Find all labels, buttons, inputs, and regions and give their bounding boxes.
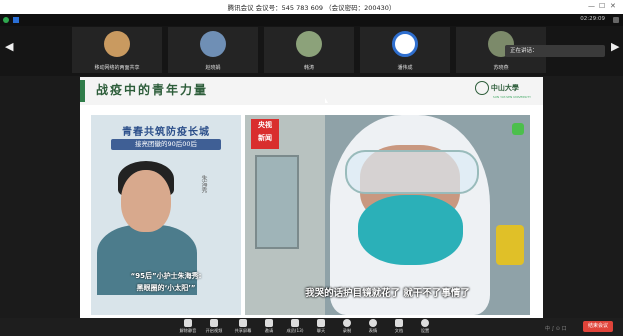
- settings-button[interactable]: 设置: [412, 319, 438, 335]
- record-button[interactable]: 录制: [334, 319, 360, 335]
- status-row: 02:29:09: [0, 14, 623, 26]
- poster-image: 青春共筑防疫长城 接亮团徽的90后00后 朱海秀 “95后”小护士朱海秀: 黑眼…: [91, 115, 241, 315]
- share-screen-icon: [239, 319, 247, 327]
- start-video-button[interactable]: 开启视频: [201, 319, 227, 335]
- slide-title: 战疫中的青年力量: [96, 83, 209, 97]
- signal-icon[interactable]: [13, 17, 19, 23]
- logo-subtext: SUN YAT-SEN UNIVERSITY: [492, 95, 531, 99]
- yellow-bin: [496, 225, 524, 265]
- meeting-timer: 02:29:09: [580, 16, 605, 22]
- poster-subheadline: 接亮团徽的90后00后: [111, 139, 221, 150]
- badge-line2: 新闻: [258, 134, 272, 142]
- participant-tile[interactable]: 赵晓娟: [168, 27, 258, 73]
- share-screen-button[interactable]: 共享屏幕: [230, 319, 256, 335]
- people-icon: [291, 319, 299, 327]
- documents-button[interactable]: 文档: [386, 319, 412, 335]
- participant-name: 赵晓娟: [205, 65, 221, 71]
- chat-icon: [317, 319, 325, 327]
- grid-view-icon[interactable]: [613, 17, 619, 23]
- avatar: [392, 31, 418, 57]
- document-icon: [395, 319, 403, 327]
- unmute-button[interactable]: 解除静音: [175, 319, 201, 335]
- participant-name: 移动网络的两面共享: [94, 65, 140, 71]
- poster-headline: 青春共筑防疫长城: [122, 127, 210, 138]
- logo-text: 中山大學: [490, 84, 519, 92]
- poster-quote-line1: “95后”小护士朱海秀:: [130, 272, 202, 280]
- accent-bar: [80, 80, 85, 102]
- chat-button[interactable]: 聊天: [308, 319, 334, 335]
- avatar: [104, 31, 130, 57]
- camera-icon: [210, 319, 218, 327]
- invite-icon: [265, 319, 273, 327]
- play-icon: [512, 123, 524, 135]
- emoji-icon: [369, 319, 377, 327]
- poster-quote-line2: 黑眼圈的‘小太阳’”: [136, 284, 196, 292]
- security-icon[interactable]: [3, 17, 9, 23]
- poster-signature: 朱海秀: [200, 175, 207, 193]
- record-icon: [343, 319, 351, 327]
- reaction-button[interactable]: 表情: [360, 319, 386, 335]
- nurse-face: [121, 170, 171, 232]
- chevron-left-icon[interactable]: ◀: [5, 40, 13, 53]
- badge-line1: 央视: [258, 121, 272, 129]
- n95-mask: [358, 195, 463, 265]
- participant-name: 韩涛: [303, 65, 314, 71]
- participant-tile[interactable]: 潘伟成: [360, 27, 450, 73]
- cctv-news-badge: 央视 新闻: [251, 119, 279, 149]
- news-video-frame: 央视 新闻 我哭的话护目镜就花了 就干不了事情了: [245, 115, 530, 315]
- chevron-right-icon[interactable]: ▶: [611, 40, 619, 53]
- minimize-button[interactable]: —: [588, 2, 595, 10]
- invite-button[interactable]: 邀请: [256, 319, 282, 335]
- mouse-cursor: [325, 98, 328, 103]
- video-subtitle: 我哭的话护目镜就花了 就干不了事情了: [305, 288, 470, 299]
- avatar: [200, 31, 226, 57]
- speaking-tooltip: 正在讲话：: [505, 45, 605, 57]
- participant-name: 潘伟成: [397, 65, 413, 71]
- seal-icon: [474, 81, 489, 95]
- shared-slide: 战疫中的青年力量 中山大學 SUN YAT-SEN UNIVERSITY 青春共…: [80, 77, 543, 318]
- maximize-button[interactable]: ☐: [599, 2, 605, 10]
- meeting-toolbar: 解除静音 开启视频 共享屏幕 邀请 成员(13) 聊天 录制 表情 文档 设置: [0, 318, 623, 336]
- participant-tile[interactable]: 移动网络的两面共享: [72, 27, 162, 73]
- mic-icon: [184, 319, 192, 327]
- goggles: [345, 150, 479, 194]
- hospital-door: [255, 155, 299, 249]
- end-meeting-button[interactable]: 结束会议: [583, 321, 613, 332]
- title-bar: 腾讯会议 会议号：545 783 609 （会议密码：200430） — ☐ ✕: [0, 0, 623, 14]
- participants-button[interactable]: 成员(13): [282, 319, 308, 335]
- avatar: [296, 31, 322, 57]
- close-button[interactable]: ✕: [610, 2, 616, 10]
- gear-icon: [421, 319, 429, 327]
- university-logo: 中山大學 SUN YAT-SEN UNIVERSITY: [474, 81, 531, 99]
- participant-tile[interactable]: 韩涛: [264, 27, 354, 73]
- system-tray: 中 ∫ ⊙ 口: [545, 326, 567, 332]
- window-title: 腾讯会议 会议号：545 783 609 （会议密码：200430）: [227, 4, 396, 12]
- participant-name: 苏晓燕: [493, 65, 509, 71]
